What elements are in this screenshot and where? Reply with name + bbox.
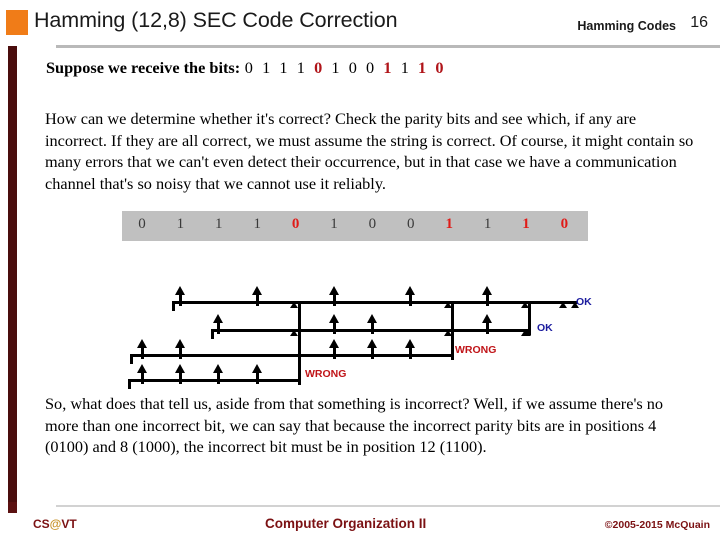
- received-bit-4: 1: [296, 58, 305, 77]
- received-bits-sequence: 011101001110: [240, 58, 448, 77]
- header-topic-label: Hamming Codes: [577, 19, 676, 33]
- strip-bit-9: 1: [445, 216, 453, 232]
- received-bit-3: 1: [279, 58, 288, 77]
- strip-bit-1: 0: [138, 216, 146, 232]
- parity-8-verdict: WRONG: [305, 368, 347, 380]
- parity-8-left-tick: [128, 379, 131, 389]
- parity-check-diagram: OK OK WRONG WRONG: [0, 236, 720, 391]
- received-bits-label: Suppose we receive the bits:: [46, 58, 241, 77]
- strip-bit-8: 0: [407, 216, 415, 232]
- received-bit-7: 0: [348, 58, 357, 77]
- strip-bit-11: 1: [522, 216, 530, 232]
- parity-1-left-tick: [172, 301, 176, 311]
- footer-divider: [56, 505, 720, 507]
- parity-8-bar: [128, 379, 298, 382]
- strip-bit-2: 1: [176, 216, 185, 232]
- footer-course-prefix: CS: [33, 517, 50, 531]
- strip-bit-7: 0: [368, 216, 377, 232]
- diagram-connector-2: [451, 301, 455, 360]
- received-bit-1: 0: [244, 58, 253, 77]
- strip-bit-5: 0: [291, 216, 300, 232]
- parity-2-bar: [210, 329, 528, 332]
- parity-1-bar: [172, 301, 579, 304]
- page-title: Hamming (12,8) SEC Code Correction: [34, 8, 398, 32]
- conclusion-paragraph: So, what does that tell us, aside from t…: [45, 394, 664, 456]
- footer-at-icon: @: [49, 517, 62, 531]
- left-accent-bar-cap: [8, 502, 17, 513]
- strip-bit-10: 1: [483, 216, 492, 232]
- footer-course-tag: CS@VT: [33, 517, 77, 531]
- received-bit-8: 0: [366, 58, 375, 77]
- received-bit-5: 0: [314, 58, 323, 77]
- parity-4-verdict: WRONG: [455, 344, 497, 356]
- footer-course-suffix: VT: [61, 517, 77, 531]
- strip-bit-3: 1: [215, 216, 223, 232]
- slide-content: Suppose we receive the bits: 0 1 1 1 0 1 0 0 1 1 1 0…: [0, 48, 720, 498]
- parity-2-verdict: OK: [537, 322, 553, 334]
- diagram-connector-1: [297, 301, 301, 385]
- parity-4-left-tick: [130, 354, 133, 364]
- slide-header: Hamming (12,8) SEC Code Correction Hammi…: [0, 0, 720, 44]
- received-bit-9: 1: [383, 58, 392, 77]
- received-bit-10: 1: [400, 58, 409, 77]
- received-bit-2: 1: [262, 58, 271, 77]
- received-bit-12: 0: [435, 58, 444, 77]
- strip-bit-12: 0: [560, 216, 569, 232]
- strip-bit-4: 1: [253, 216, 261, 232]
- footer-course-title: Computer Organization II: [265, 516, 427, 531]
- explanation-paragraph: How can we determine whether it's correc…: [45, 109, 694, 193]
- received-bits-line: Suppose we receive the bits: 0 1 1 1 0 1 0 0 1 1 1 0: [46, 58, 448, 78]
- received-bit-11: 1: [418, 58, 427, 77]
- parity-2-left-tick: [210, 329, 214, 339]
- strip-bit-6: 1: [330, 216, 338, 232]
- title-bullet-icon: [6, 10, 28, 35]
- received-bit-6: 1: [331, 58, 340, 77]
- slide-number: 16: [690, 14, 708, 31]
- footer-copyright: ©2005-2015 McQuain: [604, 519, 710, 531]
